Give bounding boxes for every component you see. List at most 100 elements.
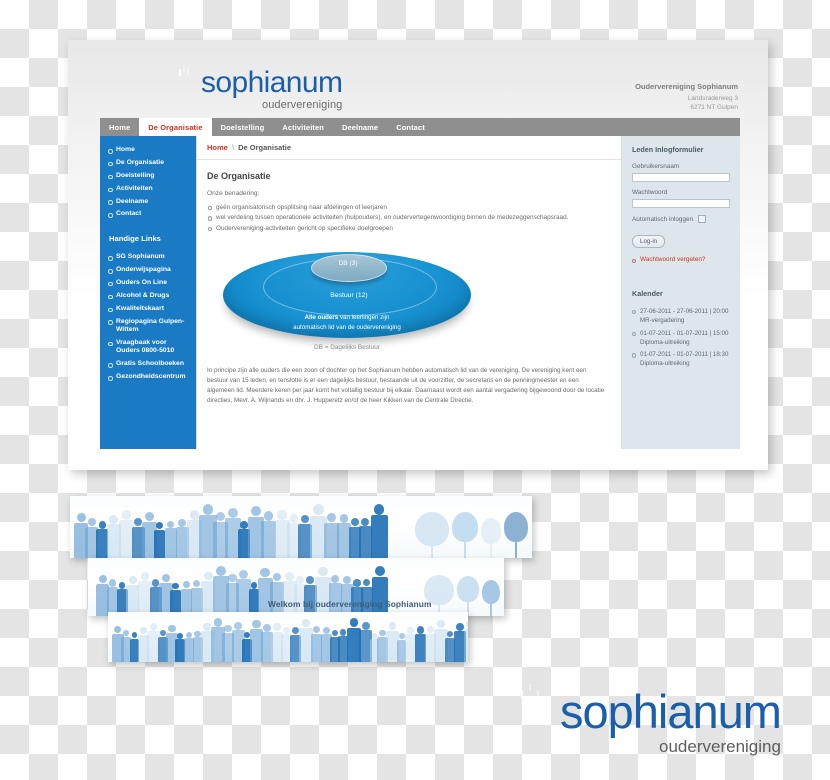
tree-silhouette [415,512,449,558]
address-line-2: 6271 NT Gulpen [690,103,738,111]
password-input[interactable] [632,199,730,208]
password-label: Wachtwoord [632,189,668,196]
breadcrumb-separator: \ [231,143,235,152]
right-sidebar: Leden Inlogformulier Gebruikersnaam Wach… [622,136,740,449]
username-label: Gebruikersnaam [632,163,680,170]
diagram-inner-ellipse [311,253,387,282]
person-silhouette [463,620,468,662]
calendar-title: Kalender [632,289,663,298]
banner-1-crowd [74,503,388,558]
tree-silhouette [452,512,478,558]
sidebar-link-5[interactable]: Regiopagina Gulpen-Wittem [100,315,196,336]
person-silhouette [370,504,388,558]
login-button[interactable]: Log-in [632,235,666,248]
tree-silhouette [481,518,501,558]
auto-login-row[interactable]: Automatisch inloggen [632,215,730,223]
banner-2-trees [421,575,500,616]
approach-bullet-2: Oudervereniging-activiteiten gericht op … [207,224,609,233]
organisation-name: Oudervereniging Sophianum [635,82,738,91]
sidebar-link-4[interactable]: Kwaliteitskaart [100,303,196,316]
footer-brand-name: sophianum [560,685,782,738]
tree-silhouette [504,512,528,558]
banner-image-1 [70,496,532,558]
address-line-1: Landsraderweg 3 [687,95,738,102]
calendar-event-list: 27-06-2011 - 27-06-2011 | 20:00 MR-verga… [632,307,730,369]
sidebar-link-8[interactable]: Gezondheidscentrum [100,371,196,384]
diagram-label-alle-ouders: Alle ouders van leerlingen zijn automati… [247,313,447,333]
left-sidebar: Home De Organisatie Doelstelling Activiteit… [100,136,196,449]
sidebar-link-6[interactable]: Vraagbaak voor Ouders 0800-5010 [100,337,196,358]
nav-item-home[interactable]: Home [100,118,139,136]
approach-bullet-0: géén organisatorisch opsplitsing naar af… [207,203,609,212]
breadcrumb-current: De Organisatie [238,143,292,152]
banner-3-crowd [112,618,468,662]
tree-silhouette [424,575,454,616]
nav-item-activiteiten[interactable]: Activiteiten [273,118,333,136]
sidebar-item-3[interactable]: Activiteiten [100,183,196,196]
footer-logo: sophianum oudervereniging [512,685,782,756]
tree-silhouette [457,576,479,616]
diagram-label-db: DB (3) [338,259,358,267]
calendar-event-0[interactable]: 27-06-2011 - 27-06-2011 | 20:00 MR-verga… [632,307,730,326]
nav-item-contact[interactable]: Contact [387,118,434,136]
username-input[interactable] [632,173,730,182]
diagram-label-bestuur: Bestuur (12) [330,291,368,299]
footer-brand-subtitle: oudervereniging [659,737,781,756]
banner-1-trees [412,512,528,558]
diagram-label-rest: van leerlingen zijn [338,313,390,321]
sidebar-links-list: SG Sophianum Onderwijspagina Ouders On Lin… [100,251,196,384]
auto-login-checkbox[interactable] [698,215,707,223]
sidebar-item-2[interactable]: Doelstelling [100,170,196,183]
brand-name: sophianum [201,66,343,99]
auto-login-label: Automatisch inloggen [632,215,694,223]
content-inner: De Organisatie Onze benadering: géén org… [197,160,621,406]
banner-welcome-caption: Welkom bij oudervereniging Sophianum [268,599,432,609]
person-silhouette [170,582,181,616]
person-silhouette [164,520,177,558]
person-silhouette [153,521,166,558]
sidebar-menu: Home De Organisatie Doelstelling Activiteit… [100,144,196,221]
sidebar-item-5[interactable]: Contact [100,208,196,221]
sidebar-link-1[interactable]: Onderwijspagina [100,264,196,277]
diagram-label-bold: Alle ouders [304,313,339,321]
page-title: De Organisatie [207,171,271,181]
calendar-event-2[interactable]: 01-07-2011 - 01-07-2011 | 18:30 Diploma-… [632,350,730,369]
footer-person-figure-icon [512,688,554,750]
tree-silhouette [482,580,500,616]
sidebar-link-0[interactable]: SG Sophianum [100,251,196,264]
breadcrumb-home-link[interactable]: Home [207,143,228,152]
organisation-diagram: DB (3) Bestuur (12) Alle ouders van leer… [207,242,609,358]
website-screenshot-window: sophianum oudervereniging Ouderverenigin… [68,40,768,470]
site-body: Home De Organisatie Doelstelling Activiteit… [100,136,740,449]
nav-item-deelname[interactable]: Deelname [333,118,387,136]
body-paragraph: In principe zijn alle ouders die een zoo… [207,366,605,404]
header-address-block: Oudervereniging Sophianum Landsraderweg … [635,82,738,113]
brand-subtitle: oudervereniging [261,99,343,111]
sidebar-link-2[interactable]: Ouders On Line [100,277,196,290]
content-column: Home \ De Organisatie De Organisatie Onz… [196,136,622,449]
banner-image-2: Welkom bij oudervereniging Sophianum [88,558,504,616]
sidebar-item-4[interactable]: Deelname [100,195,196,208]
login-form-title: Leden Inlogformulier [632,145,704,154]
banner-image-3 [108,612,468,662]
main-navigation: Home De Organisatie Doelstelling Activiteit… [100,118,740,136]
approach-bullet-list: géén organisatorisch opsplitsing naar af… [207,203,609,233]
nav-item-doelstelling[interactable]: Doelstelling [212,118,274,136]
diagram-caption: DB = Dagelijks Bestuur [314,343,380,351]
handige-links-title: Handige Links [109,234,161,244]
site-logo[interactable]: sophianum oudervereniging [172,66,343,111]
nav-item-de-organisatie[interactable]: De Organisatie [139,118,212,136]
breadcrumb: Home \ De Organisatie [197,136,621,160]
sidebar-item-1[interactable]: De Organisatie [100,157,196,170]
sidebar-item-0[interactable]: Home [100,144,196,157]
forgot-password-link[interactable]: Wachtwoord vergeten? [632,256,730,264]
approach-bullet-1: wel verdeling tussen operationele activi… [207,213,609,222]
approach-lead-text: Onze benadering: [207,190,260,197]
sidebar-link-3[interactable]: Alcohol & Drugs [100,290,196,303]
person-figure-icon [172,71,196,105]
diagram-label-line2: automatisch lid van de oudervereniging [293,323,401,331]
site-header: sophianum oudervereniging Ouderverenigin… [68,40,768,118]
sidebar-link-7[interactable]: Gratis Schoolboeken [100,358,196,371]
person-silhouette [180,581,192,616]
calendar-event-1[interactable]: 01-07-2011 - 01-07-2011 | 15:00 Diploma-… [632,329,730,348]
